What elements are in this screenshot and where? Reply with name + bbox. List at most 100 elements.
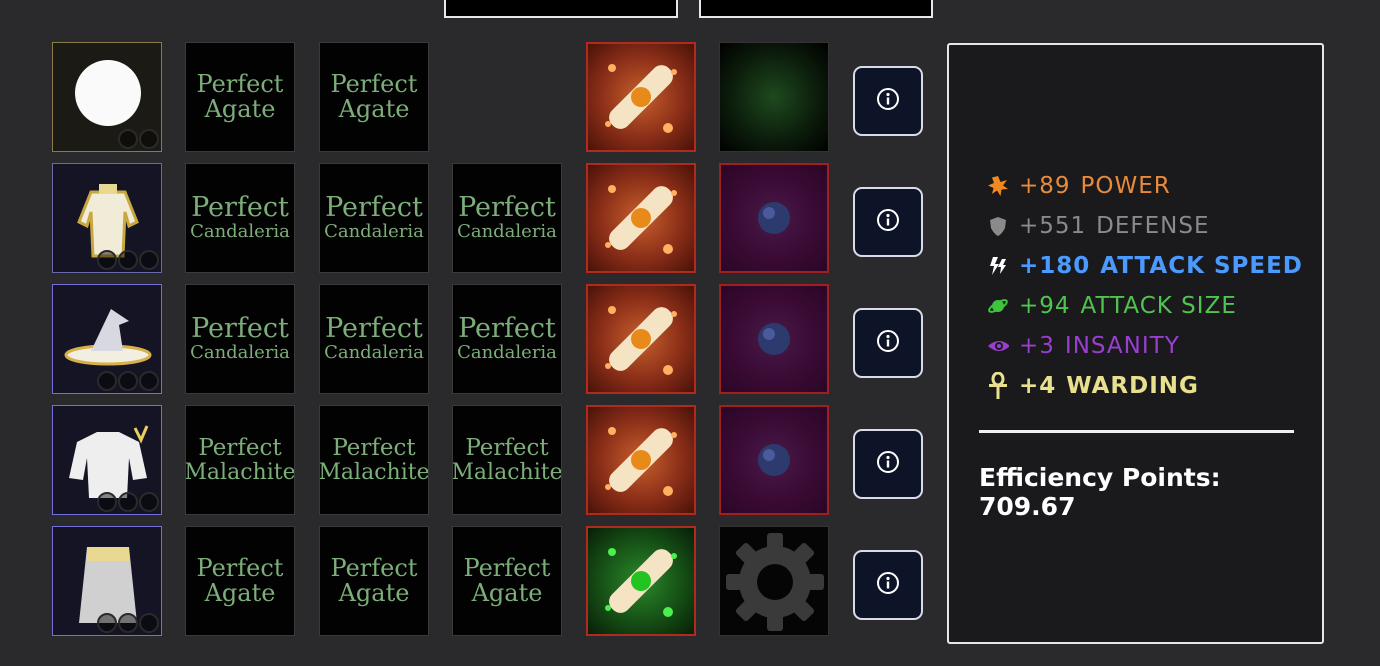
gem-slot[interactable]: Perfect Candaleria (319, 284, 429, 394)
gem-name: Agate (204, 579, 276, 607)
gem-slot[interactable]: Perfect Agate (319, 526, 429, 636)
enchant-scroll-slot[interactable] (586, 526, 696, 636)
socket-indicators (97, 492, 159, 512)
gem-quality: Perfect (463, 553, 551, 582)
gem-quality: Perfect (330, 553, 418, 582)
top-slot-right[interactable] (699, 0, 933, 18)
stat-value: +180 (1019, 253, 1091, 279)
gem-slot[interactable]: Perfect Malachite (185, 405, 295, 515)
enchant-scroll-slot[interactable] (586, 405, 696, 515)
enchant-scroll-slot[interactable] (586, 284, 696, 394)
info-icon (876, 208, 900, 236)
gem-slot[interactable]: Perfect Candaleria (319, 163, 429, 273)
info-icon (876, 571, 900, 599)
socket-indicators (118, 129, 159, 149)
gem-slot[interactable]: Perfect Agate (319, 42, 429, 152)
gear-icon[interactable] (719, 526, 829, 636)
gem-quality: Perfect (196, 69, 284, 98)
stat-attack-speed: +180 ATTACK SPEED (987, 252, 1303, 280)
info-button[interactable] (853, 308, 923, 378)
stats-panel: +89 POWER +551 DEFENSE +180 ATTACK SPEED +94 AT… (947, 43, 1324, 644)
gem-quality: Perfect (465, 435, 549, 462)
stat-value: +89 (1019, 173, 1071, 199)
stat-label: POWER (1080, 173, 1171, 199)
stat-label: ATTACK SPEED (1100, 253, 1303, 279)
gem-slot[interactable]: Perfect Candaleria (452, 163, 562, 273)
top-slot-left[interactable] (444, 0, 678, 18)
orb-slot[interactable] (719, 163, 829, 273)
gem-quality: Perfect (458, 192, 556, 224)
gem-slot[interactable]: Perfect Agate (452, 526, 562, 636)
orb-slot[interactable] (719, 284, 829, 394)
gem-name: Candaleria (190, 341, 290, 363)
gem-quality: Perfect (196, 553, 284, 582)
info-button[interactable] (853, 187, 923, 257)
gem-quality: Perfect (191, 313, 289, 345)
socket-indicators (97, 613, 159, 633)
gem-quality: Perfect (330, 69, 418, 98)
eye-icon (987, 335, 1009, 357)
gem-name: Malachite (185, 459, 295, 485)
info-icon (876, 87, 900, 115)
gem-slot[interactable]: Perfect Agate (185, 42, 295, 152)
stat-value: +94 (1019, 293, 1071, 319)
gem-slot[interactable]: Perfect Candaleria (185, 163, 295, 273)
gem-name: Candaleria (457, 341, 557, 363)
stat-warding: +4 WARDING (987, 372, 1199, 400)
gem-slot[interactable]: Perfect Malachite (452, 405, 562, 515)
planet-icon (987, 295, 1009, 317)
gem-slot[interactable]: Perfect Agate (185, 526, 295, 636)
equipment-slot-shirt[interactable] (52, 405, 162, 515)
gem-slot[interactable]: Perfect Malachite (319, 405, 429, 515)
gem-slot[interactable]: Perfect Candaleria (185, 284, 295, 394)
stat-defense: +551 DEFENSE (987, 212, 1210, 240)
stat-insanity: +3 INSANITY (987, 332, 1180, 360)
gem-quality: Perfect (198, 435, 282, 462)
gem-quality: Perfect (332, 435, 416, 462)
equipment-slot-skirt[interactable] (52, 526, 162, 636)
gem-quality: Perfect (191, 192, 289, 224)
gem-name: Agate (338, 95, 410, 123)
enchant-scroll-slot[interactable] (586, 163, 696, 273)
gem-name: Malachite (452, 459, 562, 485)
gem-name: Candaleria (324, 220, 424, 242)
equipment-slot-ring[interactable] (52, 42, 162, 152)
stat-label: ATTACK SIZE (1080, 293, 1237, 319)
enchant-scroll-slot[interactable] (586, 42, 696, 152)
efficiency-label: Efficiency Points: (979, 463, 1221, 492)
stat-value: +3 (1019, 333, 1055, 359)
gem-name: Agate (338, 579, 410, 607)
efficiency-value: 709.67 (979, 492, 1076, 521)
info-button[interactable] (853, 429, 923, 499)
gem-quality: Perfect (458, 313, 556, 345)
socket-indicators (97, 371, 159, 391)
efficiency-points: Efficiency Points: 709.67 (979, 463, 1322, 521)
lightning-icon (987, 255, 1009, 277)
stats-divider (979, 430, 1294, 433)
gem-name: Agate (204, 95, 276, 123)
gem-name: Agate (471, 579, 543, 607)
equipment-slot-wizard-hat[interactable] (52, 284, 162, 394)
stat-value: +551 (1019, 213, 1087, 239)
shield-icon (987, 215, 1009, 237)
gem-name: Candaleria (324, 341, 424, 363)
stat-value: +4 (1019, 373, 1057, 399)
info-icon (876, 450, 900, 478)
gem-name: Candaleria (190, 220, 290, 242)
stat-label: WARDING (1066, 373, 1199, 399)
info-button[interactable] (853, 66, 923, 136)
gem-slot[interactable]: Perfect Candaleria (452, 284, 562, 394)
stat-label: DEFENSE (1096, 213, 1210, 239)
equipment-slot-robe[interactable] (52, 163, 162, 273)
gem-name: Malachite (319, 459, 429, 485)
stat-label: INSANITY (1064, 333, 1180, 359)
orb-slot[interactable] (719, 42, 829, 152)
info-button[interactable] (853, 550, 923, 620)
ankh-icon (987, 372, 1009, 399)
gem-name: Candaleria (457, 220, 557, 242)
info-icon (876, 329, 900, 357)
orb-slot[interactable] (719, 405, 829, 515)
gem-quality: Perfect (325, 192, 423, 224)
socket-indicators (97, 250, 159, 270)
stat-attack-size: +94 ATTACK SIZE (987, 292, 1237, 320)
